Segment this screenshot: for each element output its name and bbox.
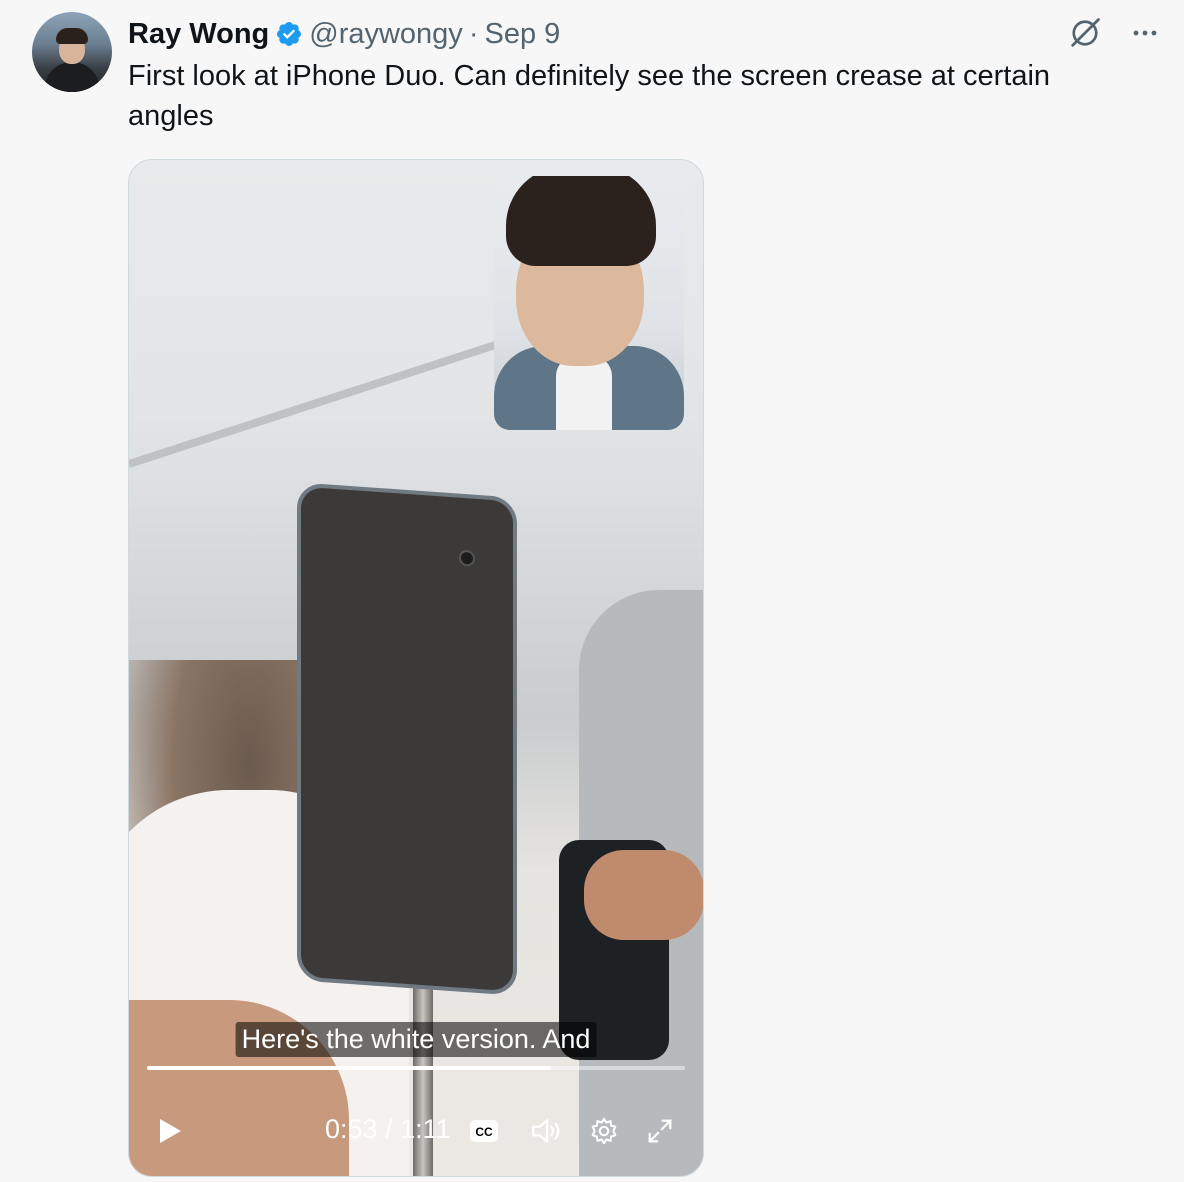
volume-icon — [532, 1119, 560, 1143]
video-progress-fill — [147, 1066, 551, 1070]
tweet-top-actions — [1066, 14, 1164, 52]
video-controls: 0:53 / 1:11 CC — [129, 1090, 703, 1170]
tweet-header: Ray Wong @raywongy · Sep 9 — [128, 14, 560, 54]
time-separator: / — [377, 1114, 401, 1144]
video-time: 0:53 / 1:11 — [325, 1114, 451, 1145]
duration: 1:11 — [400, 1114, 451, 1144]
verified-badge-icon — [275, 20, 303, 48]
video-caption: Here's the white version. And — [235, 1022, 597, 1057]
author-avatar[interactable] — [32, 12, 112, 92]
grok-icon[interactable] — [1066, 14, 1104, 52]
fullscreen-icon — [648, 1119, 672, 1143]
svg-text:CC: CC — [475, 1125, 493, 1139]
phone-camera-shape — [459, 549, 475, 567]
author-name[interactable]: Ray Wong — [128, 18, 269, 51]
hand-shape — [584, 850, 703, 940]
gear-icon — [591, 1117, 617, 1145]
video-progress-bar[interactable] — [147, 1066, 685, 1070]
play-button[interactable] — [155, 1116, 185, 1146]
current-time: 0:53 — [325, 1114, 378, 1144]
settings-button[interactable] — [587, 1114, 621, 1148]
phone-device-shape — [297, 482, 517, 996]
fullscreen-button[interactable] — [643, 1114, 677, 1148]
play-icon — [160, 1119, 181, 1143]
author-handle[interactable]: @raywongy — [309, 18, 463, 51]
video-player[interactable]: Here's the white version. And 0:53 / 1:1… — [128, 159, 704, 1177]
picture-in-picture — [494, 176, 684, 430]
captions-icon: CC — [470, 1120, 498, 1142]
tweet-date[interactable]: Sep 9 — [484, 18, 560, 51]
captions-button[interactable]: CC — [467, 1114, 501, 1148]
more-icon[interactable] — [1126, 14, 1164, 52]
separator-dot: · — [468, 17, 479, 50]
volume-button[interactable] — [529, 1114, 563, 1148]
tweet-text: First look at iPhone Duo. Can definitely… — [128, 60, 1051, 132]
